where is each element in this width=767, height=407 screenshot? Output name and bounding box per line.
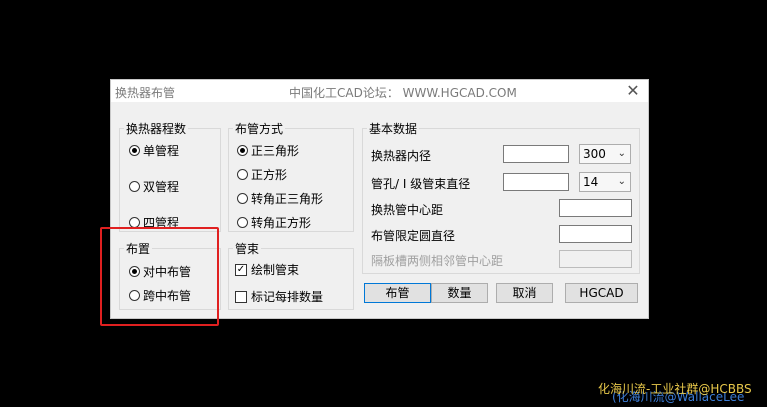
radio-label: 双管程 <box>143 180 180 194</box>
radio-double-pass[interactable]: 双管程 <box>129 178 179 195</box>
tube-hole-label: 管孔/ I 级管束直径 <box>371 177 471 191</box>
limit-circle-input[interactable] <box>559 225 632 243</box>
inner-diameter-input[interactable] <box>503 145 569 163</box>
tube-hole-select-value: 14 <box>583 175 599 189</box>
radio-rotated-square[interactable]: 转角正方形 <box>237 214 311 231</box>
passes-legend: 换热器程数 <box>126 122 187 136</box>
center-distance-label: 换热管中心距 <box>371 203 444 217</box>
limit-circle-label: 布管限定圆直径 <box>371 229 456 243</box>
highlight-box <box>100 227 219 326</box>
radio-button-icon <box>237 193 248 204</box>
radio-button-icon <box>237 169 248 180</box>
pattern-legend: 布管方式 <box>235 122 284 136</box>
baffle-distance-input <box>559 250 632 268</box>
close-icon[interactable]: ✕ <box>624 81 642 101</box>
radio-button-icon <box>129 145 140 156</box>
radio-square[interactable]: 正方形 <box>237 166 287 183</box>
watermark-primary: 化海川流-工业社群@HCBBS <box>598 382 752 396</box>
radio-label: 转角正方形 <box>251 216 312 230</box>
checkbox-unchecked-icon <box>235 290 247 303</box>
radio-rotated-triangle[interactable]: 转角正三角形 <box>237 190 323 207</box>
radio-button-icon <box>237 145 248 156</box>
radio-label: 正三角形 <box>251 144 300 158</box>
cancel-button[interactable]: 取消 <box>496 283 553 303</box>
radio-single-pass[interactable]: 单管程 <box>129 142 179 159</box>
radio-button-icon <box>237 217 248 228</box>
basic-data-legend: 基本数据 <box>369 122 418 136</box>
baffle-distance-label: 隔板槽两侧相邻管中心距 <box>371 254 504 268</box>
inner-diameter-label: 换热器内径 <box>371 149 432 163</box>
bundle-legend: 管束 <box>235 242 260 256</box>
chevron-down-icon: ⌄ <box>617 148 626 159</box>
checkbox-label: 标记每排数量 <box>251 290 324 304</box>
title-bar: 换热器布管 中国化工CAD论坛： WWW.HGCAD.COM ✕ <box>111 80 648 102</box>
radio-triangle[interactable]: 正三角形 <box>237 142 299 159</box>
checkbox-draw-bundle[interactable]: ✓ 绘制管束 <box>235 261 299 278</box>
radio-label: 正方形 <box>251 168 288 182</box>
checkbox-checked-icon: ✓ <box>235 263 247 276</box>
inner-diameter-select-value: 300 <box>583 147 606 161</box>
tube-hole-input[interactable] <box>503 173 569 191</box>
dialog-title: 换热器布管 <box>115 86 176 100</box>
hgcad-button[interactable]: HGCAD <box>565 283 638 303</box>
layout-button[interactable]: 布管 <box>364 283 431 303</box>
center-distance-input[interactable] <box>559 199 632 217</box>
checkbox-mark-rows[interactable]: 标记每排数量 <box>235 288 323 305</box>
checkbox-label: 绘制管束 <box>251 263 300 277</box>
inner-diameter-select[interactable]: 300 ⌄ <box>579 144 631 164</box>
forum-text: 中国化工CAD论坛： WWW.HGCAD.COM <box>289 86 517 100</box>
tube-hole-select[interactable]: 14 ⌄ <box>579 172 631 192</box>
radio-button-icon <box>129 181 140 192</box>
count-button[interactable]: 数量 <box>431 283 488 303</box>
radio-label: 转角正三角形 <box>251 192 324 206</box>
chevron-down-icon: ⌄ <box>617 176 626 187</box>
radio-label: 单管程 <box>143 144 180 158</box>
